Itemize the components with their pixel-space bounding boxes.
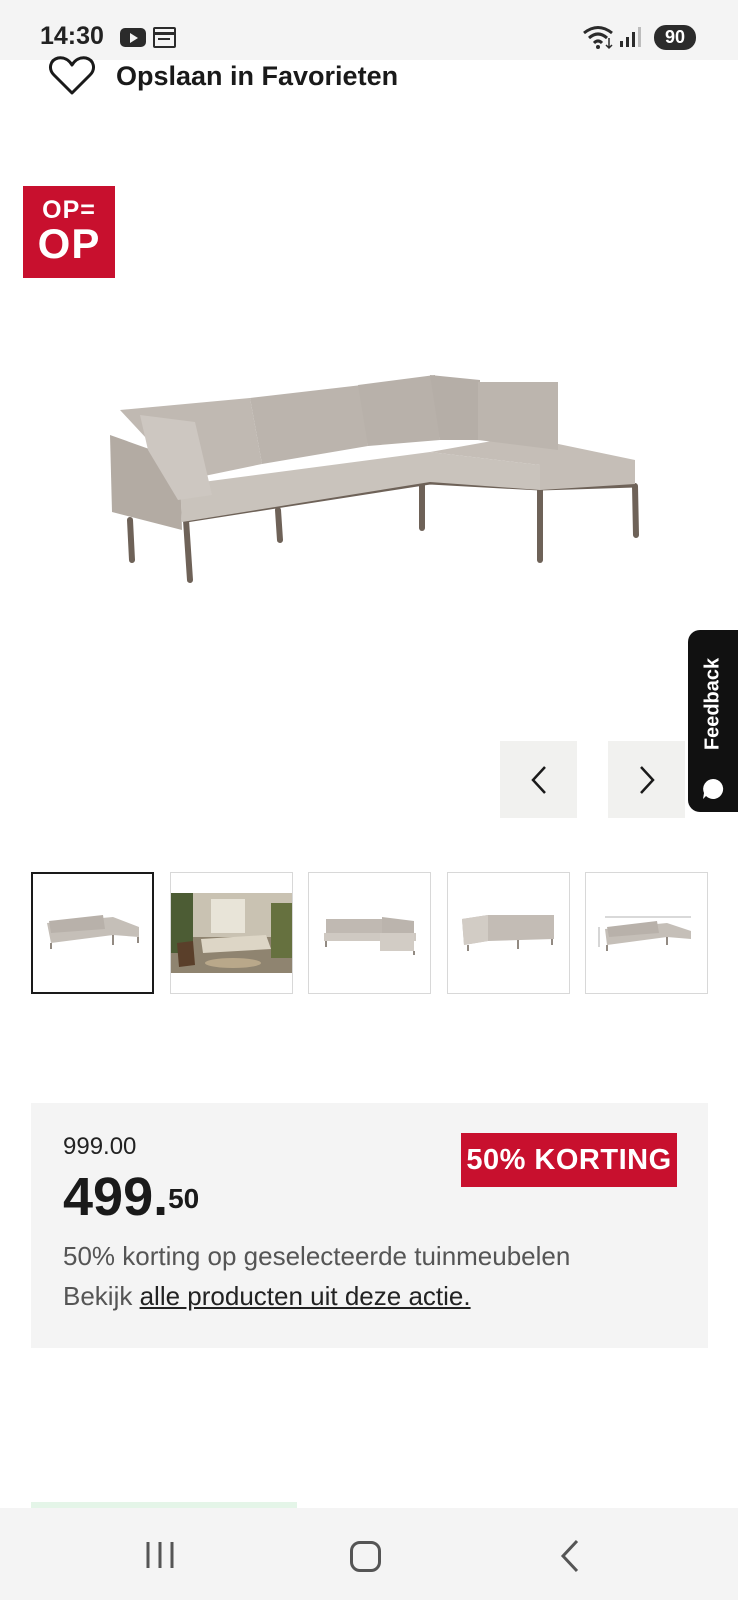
youtube-icon (120, 28, 146, 47)
status-bar: 14:30 90 (0, 0, 738, 60)
status-time: 14:30 (40, 22, 104, 50)
product-image[interactable] (100, 370, 660, 600)
previous-image-button[interactable] (500, 741, 577, 818)
price-cents: 50 (168, 1183, 200, 1214)
save-to-favorites[interactable]: Opslaan in Favorieten (48, 54, 398, 98)
heart-icon (49, 56, 95, 95)
home-icon[interactable] (350, 1541, 381, 1572)
recents-icon[interactable] (145, 1541, 175, 1569)
badge-line-2: OP (37, 220, 101, 267)
old-price: 999.00 (63, 1133, 137, 1160)
thumbnail-sofa-back[interactable] (446, 872, 570, 994)
op-op-badge: OP= OP (23, 186, 115, 278)
calendar-icon (153, 27, 176, 48)
feedback-label: Feedback (701, 657, 724, 751)
chevron-right-icon (639, 765, 655, 794)
sofa-back-image (462, 915, 554, 951)
system-nav-bar (0, 1508, 738, 1600)
back-icon[interactable] (560, 1539, 580, 1573)
battery-indicator: 90 (654, 25, 696, 50)
signal-icon (620, 27, 641, 47)
wifi-icon (583, 26, 613, 50)
current-price: 499.50 (63, 1165, 199, 1229)
thumbnail-sofa-chaise[interactable] (308, 872, 431, 994)
thumbnail-strip (31, 872, 708, 994)
next-image-button[interactable] (608, 741, 685, 818)
price-box: 999.00 499.50 50% KORTING 50% korting op… (31, 1103, 708, 1348)
thumbnail-garden-scene[interactable] (169, 872, 293, 994)
thumbnail-sofa-front[interactable] (31, 872, 154, 994)
promo-link[interactable]: alle producten uit deze actie. (140, 1281, 471, 1311)
discount-badge: 50% KORTING (461, 1133, 677, 1187)
promo-prefix: Bekijk (63, 1281, 133, 1311)
favorites-label: Opslaan in Favorieten (116, 60, 399, 91)
sofa-thumbnail-image (46, 915, 139, 949)
chat-bubble-icon (703, 778, 724, 799)
sofa-dimensions-image (598, 916, 691, 951)
promo-line: Bekijk alle producten uit deze actie. (63, 1281, 471, 1312)
price-main: 499. (63, 1167, 169, 1227)
garden-scene-image (170, 893, 292, 973)
chevron-left-icon (530, 765, 546, 794)
sofa-chaise-image (323, 917, 416, 955)
promo-text: 50% korting op geselecteerde tuinmeubele… (63, 1241, 571, 1271)
thumbnail-sofa-dimensions[interactable] (585, 872, 708, 994)
feedback-tab[interactable]: Feedback (688, 630, 738, 812)
